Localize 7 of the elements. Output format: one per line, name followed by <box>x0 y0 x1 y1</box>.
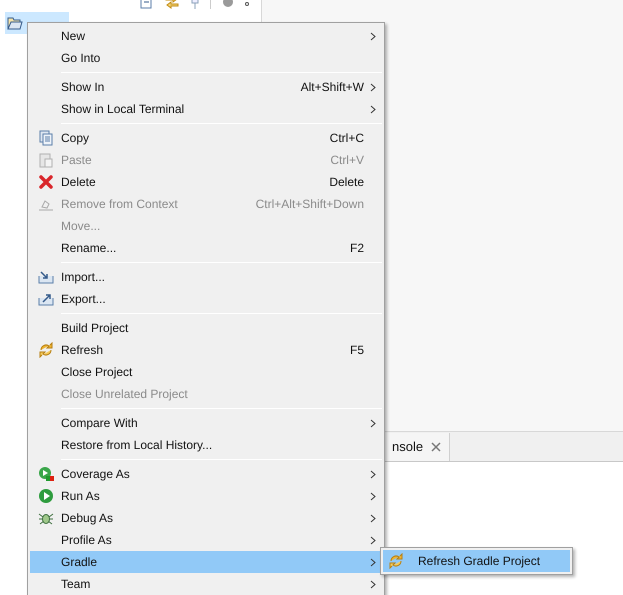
shortcut-label: Delete <box>329 174 364 191</box>
shortcut-label: Ctrl+Alt+Shift+Down <box>256 196 364 213</box>
shortcut-label: F2 <box>350 240 364 257</box>
shortcut-label: Alt+Shift+W <box>300 79 364 96</box>
shortcut-label: Ctrl+V <box>330 152 364 169</box>
shortcut-label: F5 <box>350 342 364 359</box>
shortcut-label: Ctrl+C <box>330 130 364 147</box>
